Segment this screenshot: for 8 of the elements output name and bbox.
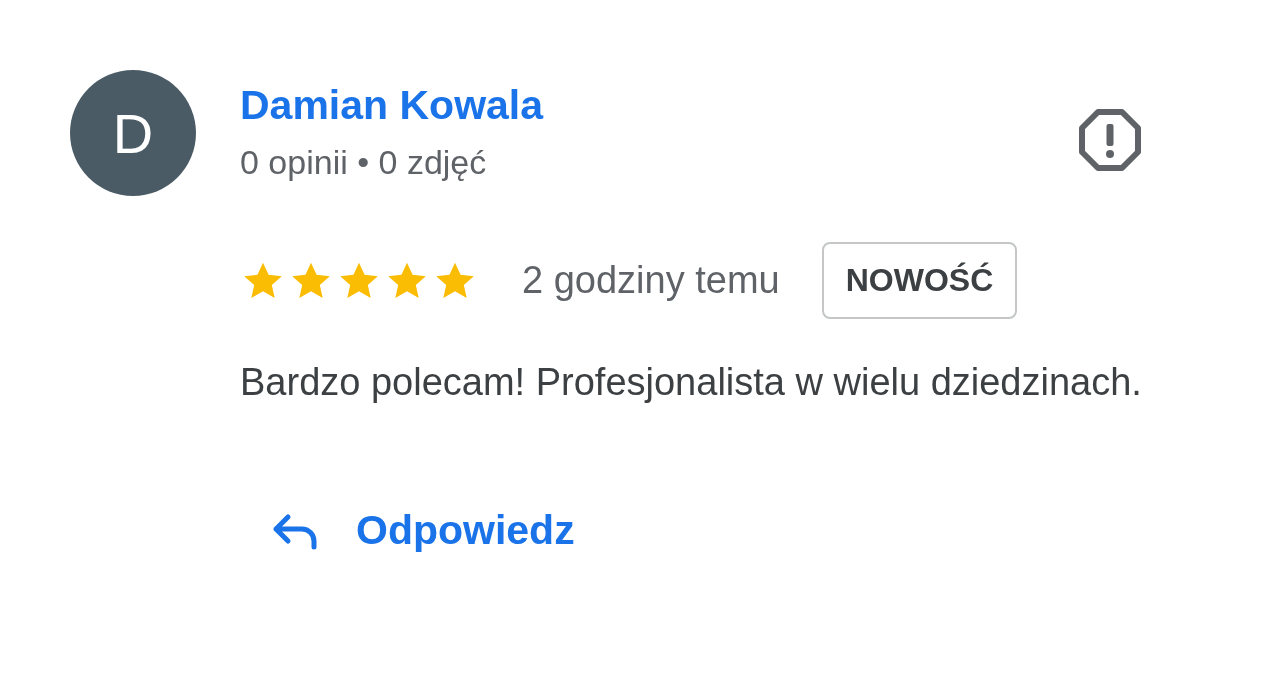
reviewer-name[interactable]: Damian Kowala (240, 80, 1078, 130)
report-icon[interactable] (1078, 108, 1142, 172)
review-text: Bardzo polecam! Profesjonalista w wielu dziedzinach. (240, 360, 1142, 405)
avatar: D (70, 70, 196, 196)
reviewer-stats: 0 opinii • 0 zdjęć (240, 142, 488, 183)
reply-button[interactable]: Odpowiedz (272, 507, 575, 554)
review-time: 2 godziny temu (522, 259, 780, 302)
new-badge: NOWOŚĆ (821, 242, 1018, 319)
